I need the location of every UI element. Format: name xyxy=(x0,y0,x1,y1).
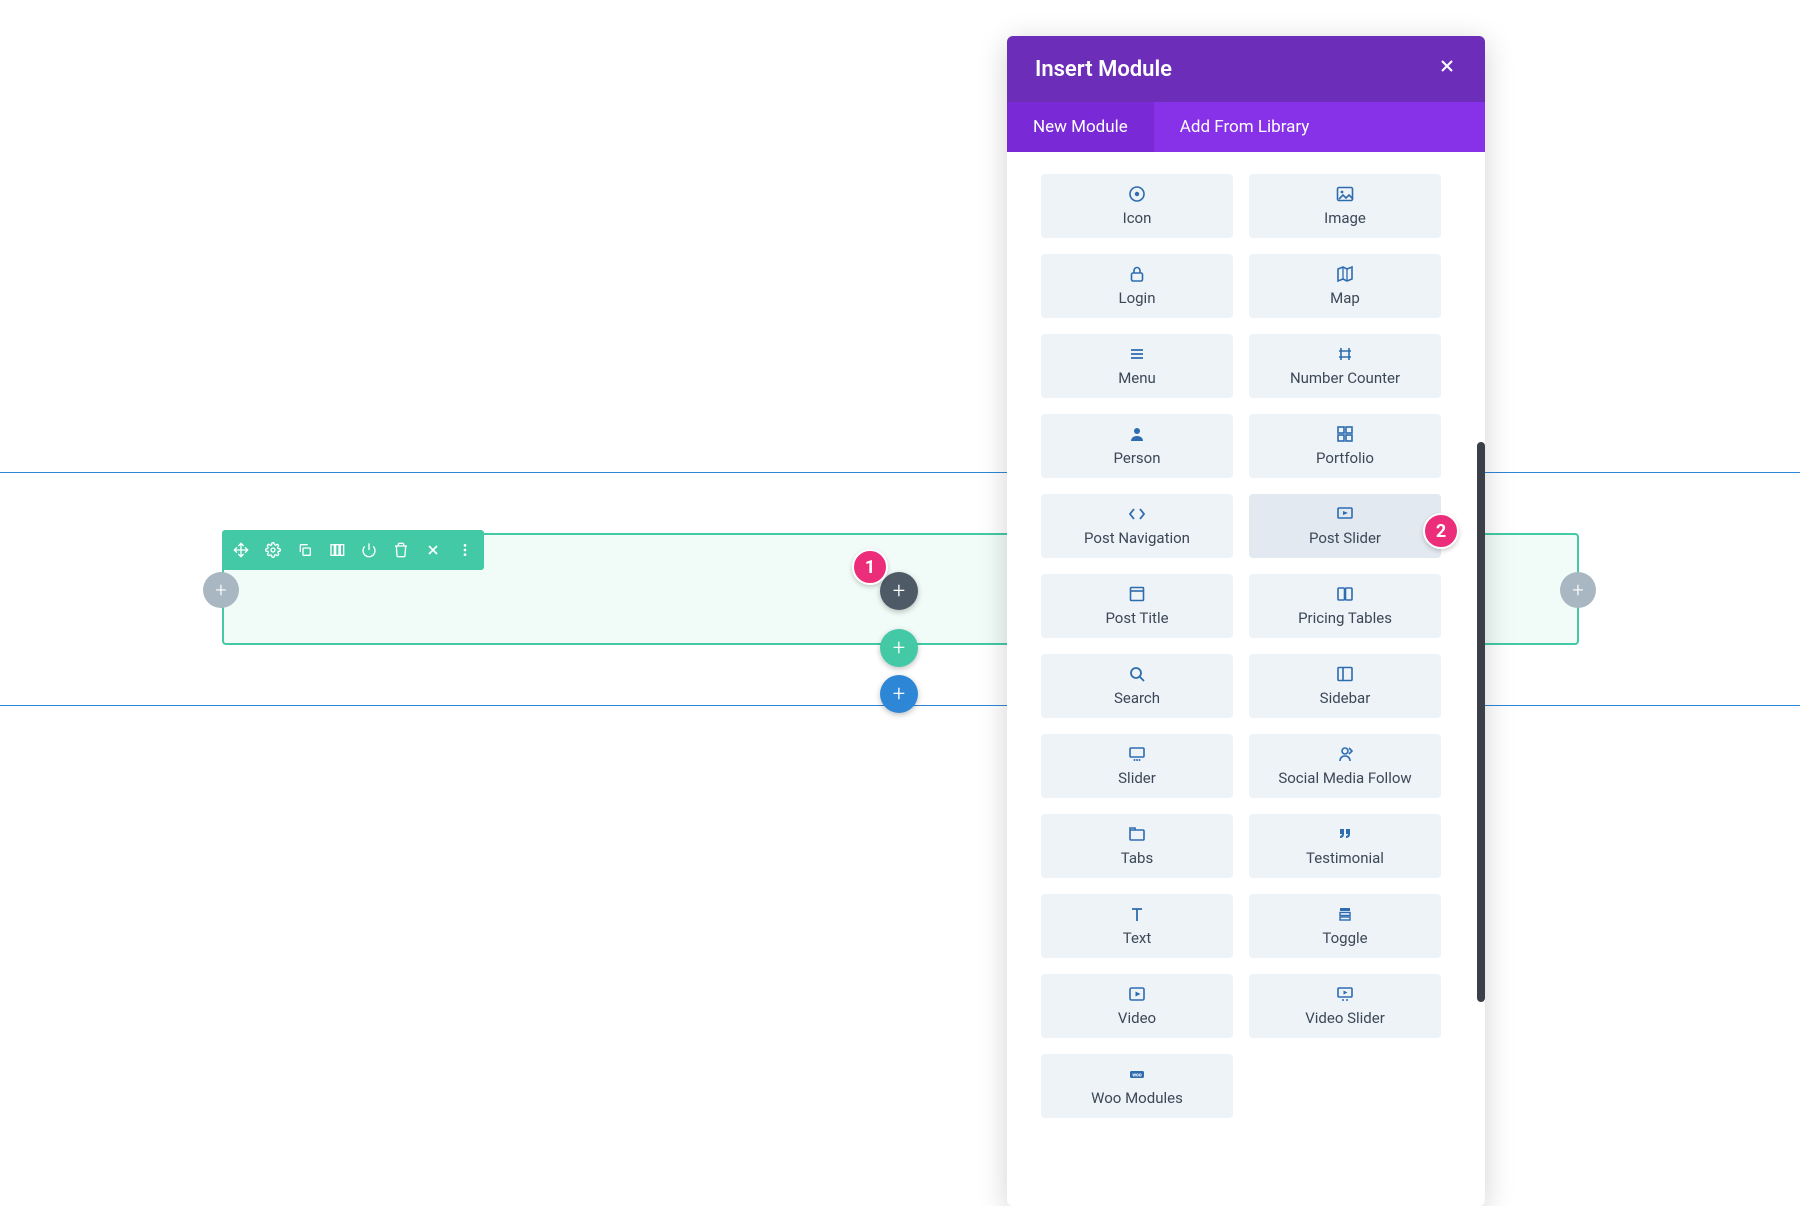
modal-body: Icon Image Login Map Menu Number Counter Perso… xyxy=(1007,152,1485,1206)
module-card-toggle[interactable]: Toggle xyxy=(1249,894,1441,958)
columns-icon[interactable] xyxy=(328,541,346,559)
module-card-woo-modules[interactable]: Woo Modules xyxy=(1041,1054,1233,1118)
module-card-label: Post Title xyxy=(1105,609,1168,627)
trash-icon[interactable] xyxy=(392,541,410,559)
module-card-label: Woo Modules xyxy=(1091,1089,1183,1107)
modal-scrollbar[interactable] xyxy=(1477,442,1485,1002)
sidebar-icon xyxy=(1336,665,1354,683)
module-card-label: Icon xyxy=(1123,209,1152,227)
quote-icon xyxy=(1336,825,1354,843)
add-module-button[interactable]: + xyxy=(880,572,918,610)
module-card-video-slider[interactable]: Video Slider xyxy=(1249,974,1441,1038)
module-card-number-counter[interactable]: Number Counter xyxy=(1249,334,1441,398)
hash-icon xyxy=(1336,345,1354,363)
add-section-right-button[interactable]: + xyxy=(1560,572,1596,608)
module-card-image[interactable]: Image xyxy=(1249,174,1441,238)
module-card-slider[interactable]: Slider xyxy=(1041,734,1233,798)
module-card-menu[interactable]: Menu xyxy=(1041,334,1233,398)
text-icon xyxy=(1128,905,1146,923)
gear-icon[interactable] xyxy=(264,541,282,559)
add-section-left-button[interactable]: + xyxy=(203,572,239,608)
module-card-label: Toggle xyxy=(1322,929,1367,947)
module-card-label: Menu xyxy=(1118,369,1156,387)
module-card-pricing-tables[interactable]: Pricing Tables xyxy=(1249,574,1441,638)
module-grid: Icon Image Login Map Menu Number Counter Perso… xyxy=(1041,174,1457,1118)
toggle-icon xyxy=(1336,905,1354,923)
module-card-search[interactable]: Search xyxy=(1041,654,1233,718)
annotation-badge-1: 1 xyxy=(852,549,888,585)
module-card-map[interactable]: Map xyxy=(1249,254,1441,318)
module-card-testimonial[interactable]: Testimonial xyxy=(1249,814,1441,878)
add-section-button[interactable]: + xyxy=(880,675,918,713)
module-card-label: Post Slider xyxy=(1309,529,1381,547)
modal-title: Insert Module xyxy=(1035,57,1172,82)
module-card-label: Text xyxy=(1123,929,1152,947)
grid-icon xyxy=(1336,425,1354,443)
person-icon xyxy=(1128,425,1146,443)
module-card-video[interactable]: Video xyxy=(1041,974,1233,1038)
module-card-social-media-follow[interactable]: Social Media Follow xyxy=(1249,734,1441,798)
module-card-label: Video Slider xyxy=(1305,1009,1385,1027)
module-card-label: Image xyxy=(1324,209,1366,227)
module-card-label: Slider xyxy=(1118,769,1156,787)
videoslider-icon xyxy=(1336,985,1354,1003)
insert-module-modal: Insert Module New Module Add From Librar… xyxy=(1007,36,1485,1206)
add-row-button[interactable]: + xyxy=(880,629,918,667)
target-icon xyxy=(1128,185,1146,203)
tabs-icon xyxy=(1128,825,1146,843)
close-icon[interactable] xyxy=(424,541,442,559)
module-toolbar xyxy=(222,530,484,570)
tab-add-from-library[interactable]: Add From Library xyxy=(1154,102,1336,152)
video-icon xyxy=(1128,985,1146,1003)
module-card-label: Social Media Follow xyxy=(1278,769,1411,787)
module-card-label: Map xyxy=(1330,289,1360,307)
module-card-label: Post Navigation xyxy=(1084,529,1190,547)
modal-header: Insert Module xyxy=(1007,36,1485,102)
module-card-login[interactable]: Login xyxy=(1041,254,1233,318)
map-icon xyxy=(1336,265,1354,283)
module-card-label: Video xyxy=(1118,1009,1156,1027)
code-icon xyxy=(1128,505,1146,523)
module-card-person[interactable]: Person xyxy=(1041,414,1233,478)
image-icon xyxy=(1336,185,1354,203)
woo-icon xyxy=(1128,1065,1146,1083)
more-icon[interactable] xyxy=(456,541,474,559)
annotation-badge-2: 2 xyxy=(1423,513,1459,549)
section-divider-top xyxy=(0,472,1800,473)
module-card-post-navigation[interactable]: Post Navigation xyxy=(1041,494,1233,558)
modal-tabs: New Module Add From Library xyxy=(1007,102,1485,152)
module-card-label: Number Counter xyxy=(1290,369,1400,387)
pricing-icon xyxy=(1336,585,1354,603)
module-card-label: Testimonial xyxy=(1306,849,1384,867)
module-card-label: Sidebar xyxy=(1320,689,1371,707)
move-icon[interactable] xyxy=(232,541,250,559)
modal-close-button[interactable] xyxy=(1437,56,1457,82)
module-card-label: Login xyxy=(1119,289,1156,307)
search-icon xyxy=(1128,665,1146,683)
module-card-label: Pricing Tables xyxy=(1298,609,1392,627)
module-card-label: Portfolio xyxy=(1316,449,1374,467)
module-card-tabs[interactable]: Tabs xyxy=(1041,814,1233,878)
slider-icon xyxy=(1128,745,1146,763)
module-card-portfolio[interactable]: Portfolio xyxy=(1249,414,1441,478)
duplicate-icon[interactable] xyxy=(296,541,314,559)
module-card-text[interactable]: Text xyxy=(1041,894,1233,958)
slideshow-icon xyxy=(1336,505,1354,523)
power-icon[interactable] xyxy=(360,541,378,559)
social-icon xyxy=(1336,745,1354,763)
module-card-icon[interactable]: Icon xyxy=(1041,174,1233,238)
tab-new-module[interactable]: New Module xyxy=(1007,102,1154,152)
module-card-post-title[interactable]: Post Title xyxy=(1041,574,1233,638)
lock-icon xyxy=(1128,265,1146,283)
module-card-label: Search xyxy=(1114,689,1160,707)
module-card-label: Person xyxy=(1114,449,1161,467)
module-card-post-slider[interactable]: Post Slider xyxy=(1249,494,1441,558)
module-card-sidebar[interactable]: Sidebar xyxy=(1249,654,1441,718)
module-card-label: Tabs xyxy=(1121,849,1153,867)
menu-icon xyxy=(1128,345,1146,363)
title-icon xyxy=(1128,585,1146,603)
